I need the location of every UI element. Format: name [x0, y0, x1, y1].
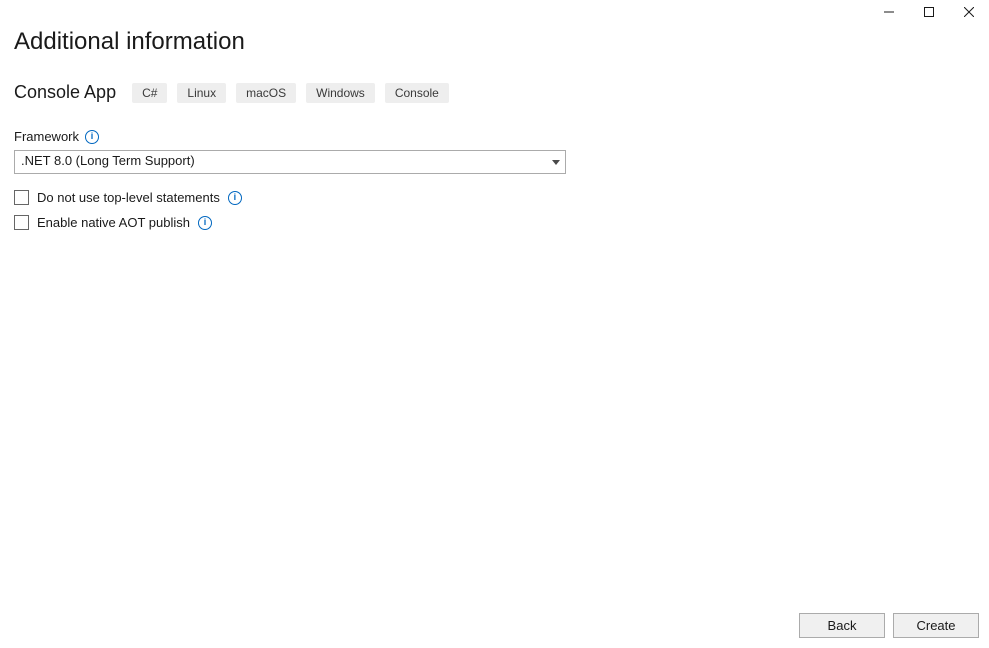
tag-linux: Linux	[177, 83, 226, 103]
info-icon[interactable]: i	[85, 130, 99, 144]
info-icon[interactable]: i	[198, 216, 212, 230]
main-content: Additional information Console App C# Li…	[0, 0, 989, 230]
page-title: Additional information	[14, 28, 975, 56]
tag-macos: macOS	[236, 83, 296, 103]
minimize-icon	[884, 7, 894, 17]
top-level-statements-row: Do not use top-level statements i	[14, 190, 975, 205]
framework-select-wrap: .NET 8.0 (Long Term Support)	[14, 150, 566, 174]
maximize-button[interactable]	[909, 0, 949, 24]
aot-publish-checkbox[interactable]	[14, 215, 29, 230]
aot-publish-row: Enable native AOT publish i	[14, 215, 975, 230]
framework-label: Framework	[14, 129, 79, 144]
window-controls	[869, 0, 989, 30]
project-type-label: Console App	[14, 82, 116, 103]
tag-csharp: C#	[132, 83, 167, 103]
close-button[interactable]	[949, 0, 989, 24]
tag-console: Console	[385, 83, 449, 103]
subtitle-row: Console App C# Linux macOS Windows Conso…	[14, 82, 975, 103]
top-level-statements-label: Do not use top-level statements	[37, 190, 220, 205]
footer-buttons: Back Create	[799, 613, 979, 638]
close-icon	[964, 7, 974, 17]
create-button[interactable]: Create	[893, 613, 979, 638]
top-level-statements-checkbox[interactable]	[14, 190, 29, 205]
framework-select[interactable]: .NET 8.0 (Long Term Support)	[14, 150, 566, 174]
info-icon[interactable]: i	[228, 191, 242, 205]
back-button[interactable]: Back	[799, 613, 885, 638]
tag-windows: Windows	[306, 83, 375, 103]
minimize-button[interactable]	[869, 0, 909, 24]
framework-label-row: Framework i	[14, 129, 975, 144]
aot-publish-label: Enable native AOT publish	[37, 215, 190, 230]
maximize-icon	[924, 7, 934, 17]
